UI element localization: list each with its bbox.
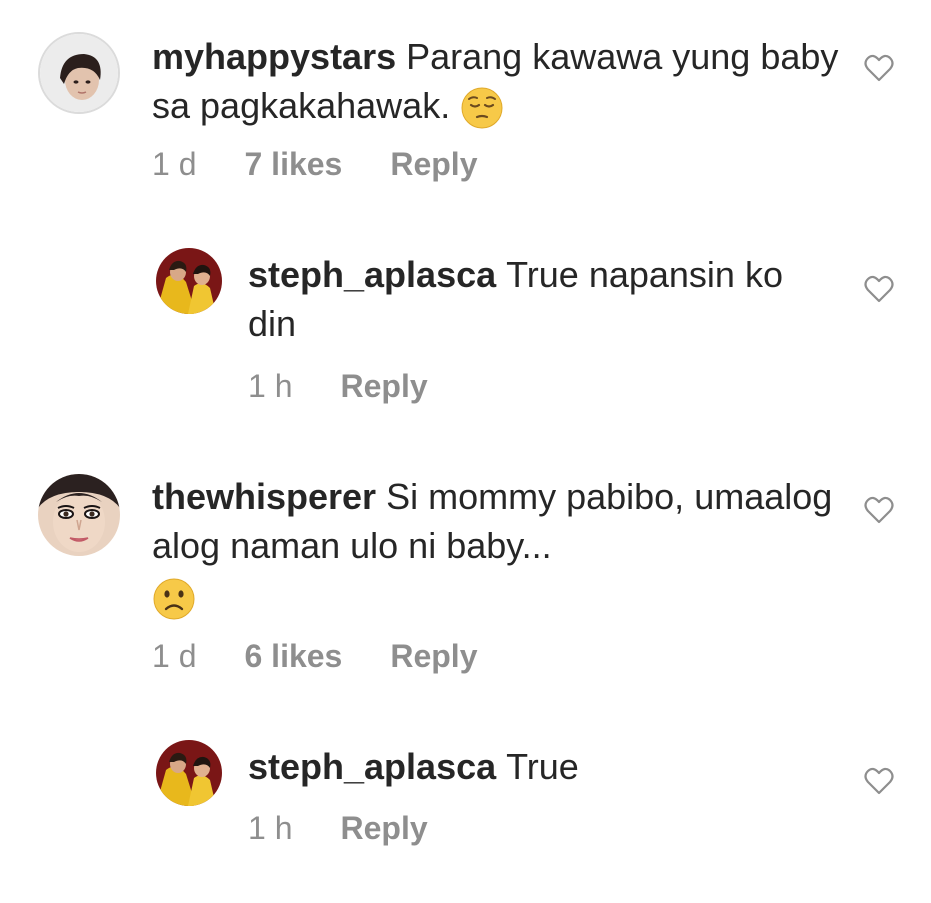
avatar[interactable] [38, 32, 120, 114]
likes-count[interactable]: 6 likes [244, 638, 342, 675]
comment-item: thewhisperer Si mommy pabibo, umaalog alo… [0, 460, 931, 700]
reply-item: steph_aplasca True 1 h Reply [0, 720, 931, 903]
username-link[interactable]: steph_aplasca [248, 746, 496, 787]
username-link[interactable]: steph_aplasca [248, 254, 496, 295]
avatar[interactable] [156, 740, 222, 806]
comment-meta: 1 h Reply [248, 368, 428, 405]
heart-outline-icon[interactable] [864, 496, 894, 524]
comment-item: myhappystars Parang kawawa yung baby sa p… [0, 0, 931, 200]
avatar[interactable] [38, 474, 120, 556]
comment-body: True [506, 746, 579, 787]
comment-meta: 1 d 6 likes Reply [152, 638, 477, 675]
reply-button[interactable]: Reply [390, 638, 477, 675]
reply-button[interactable]: Reply [340, 368, 427, 405]
heart-outline-icon[interactable] [864, 767, 894, 795]
pensive-face-emoji [460, 86, 504, 130]
comment-text: myhappystars Parang kawawa yung baby sa p… [152, 32, 842, 130]
comment-text: steph_aplasca True napansin ko din [248, 250, 828, 348]
likes-count[interactable]: 7 likes [244, 146, 342, 183]
reply-button[interactable]: Reply [390, 146, 477, 183]
heart-outline-icon[interactable] [864, 54, 894, 82]
avatar[interactable] [156, 248, 222, 314]
timestamp: 1 d [152, 146, 197, 182]
slightly-frowning-face-emoji [152, 577, 196, 621]
username-link[interactable]: myhappystars [152, 36, 396, 77]
reply-item: steph_aplasca True napansin ko din 1 h Rep… [0, 220, 931, 420]
comment-meta: 1 d 7 likes Reply [152, 146, 477, 183]
comment-text: steph_aplasca True [248, 742, 828, 791]
comment-text: thewhisperer Si mommy pabibo, umaalog alo… [152, 472, 842, 621]
username-link[interactable]: thewhisperer [152, 476, 376, 517]
timestamp: 1 h [248, 368, 293, 404]
heart-outline-icon[interactable] [864, 275, 894, 303]
comment-meta: 1 h Reply [248, 810, 428, 847]
timestamp: 1 d [152, 638, 197, 674]
timestamp: 1 h [248, 810, 293, 846]
reply-button[interactable]: Reply [340, 810, 427, 847]
